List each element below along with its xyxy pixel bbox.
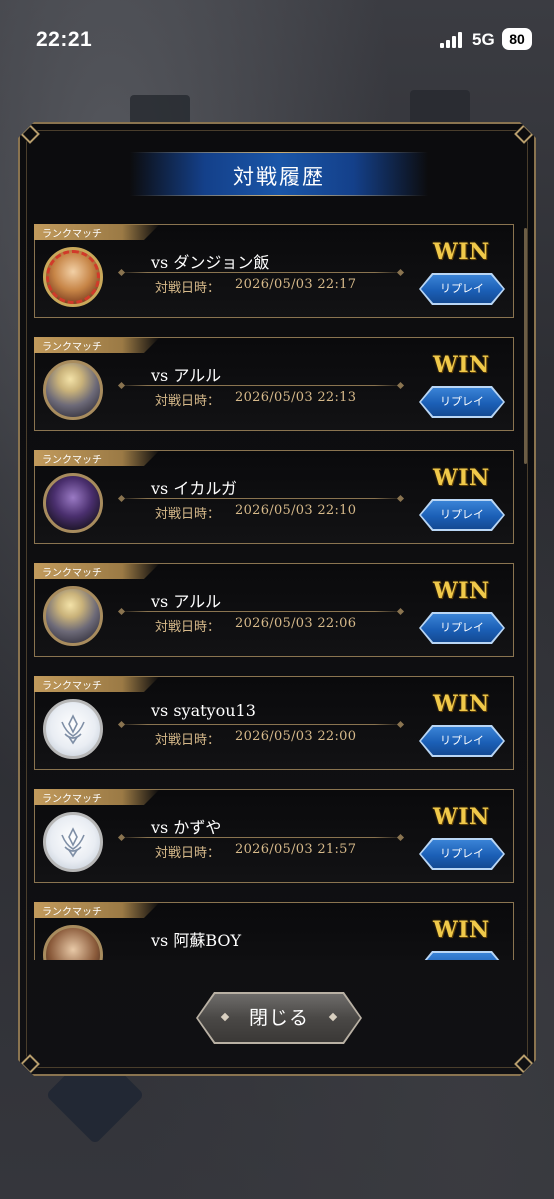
row-divider [119,385,403,386]
replay-button[interactable]: リプレイ [421,727,503,755]
result-win: WIN [433,917,490,943]
aruru-avatar [43,586,103,646]
date-label: 対戦日時： [155,394,221,409]
match-row: ランクマッチ vs アルル 対戦日時： 2026/05/03 22:06 WIN… [34,563,514,657]
default-emblem-icon [56,825,90,859]
result-win: WIN [433,578,490,604]
date-label: 対戦日時： [155,620,221,635]
match-date: 2026/05/03 22:06 [235,616,357,631]
replay-button[interactable] [421,953,503,960]
list-scrollbar[interactable] [524,228,527,464]
signal-icon [440,32,466,48]
result-win: WIN [433,804,490,830]
match-history-list[interactable]: ランクマッチ vs ダンジョン飯 対戦日時： 2026/05/03 22:17 … [34,224,518,960]
opponent-name: vs かずや [151,818,222,837]
opponent-name: vs イカルガ [151,479,237,498]
rank-match-tag: ランクマッチ [34,789,160,805]
match-row: ランクマッチ vs 阿蘇BOY WIN [34,902,514,960]
match-date: 2026/05/03 21:57 [235,842,357,857]
match-row: ランクマッチ vs イカルガ 対戦日時： 2026/05/03 22:10 WI… [34,450,514,544]
row-divider [119,272,403,273]
dialog-title: 対戦履歴 [233,165,325,189]
match-row: ランクマッチ vs ダンジョン飯 対戦日時： 2026/05/03 22:17 … [34,224,514,318]
rank-match-tag: ランクマッチ [34,337,160,353]
status-bar: 22:21 5G 80 [0,0,554,80]
ikaruga-avatar [43,473,103,533]
date-label: 対戦日時： [155,281,221,296]
result-win: WIN [433,239,490,265]
close-button-wrap: 閉じる [196,992,362,1044]
match-date: 2026/05/03 22:00 [235,729,357,744]
result-win: WIN [433,691,490,717]
default-emblem-icon [56,712,90,746]
clock: 22:21 [36,28,93,51]
match-row: ランクマッチ vs かずや 対戦日時： 2026/05/03 21:57 WIN… [34,789,514,883]
rank-match-tag: ランクマッチ [34,676,160,692]
opponent-name: vs 阿蘇BOY [151,931,242,950]
row-divider [119,837,403,838]
rank-match-tag: ランクマッチ [34,563,160,579]
date-label: 対戦日時： [155,733,221,748]
match-date: 2026/05/03 22:13 [235,390,357,405]
match-row: ランクマッチ vs アルル 対戦日時： 2026/05/03 22:13 WIN… [34,337,514,431]
aruru-avatar [43,360,103,420]
replay-button[interactable]: リプレイ [421,501,503,529]
rank-match-tag: ランクマッチ [34,902,160,918]
network-type: 5G [472,30,495,49]
row-divider [119,724,403,725]
replay-button[interactable]: リプレイ [421,388,503,416]
date-label: 対戦日時： [155,507,221,522]
battery-icon: 80 [502,28,532,50]
rank-match-tag: ランクマッチ [34,224,160,240]
row-divider [119,611,403,612]
date-label: 対戦日時： [155,846,221,861]
opponent-name: vs アルル [151,366,222,385]
replay-button[interactable]: リプレイ [421,275,503,303]
battle-history-dialog: 対戦履歴 ランクマッチ vs ダンジョン飯 対戦日時： 2026/05/03 2… [18,122,536,1076]
match-row: ランクマッチ vs syatyou13 対戦日時： 2026/05/03 22:… [34,676,514,770]
match-date: 2026/05/03 22:10 [235,503,357,518]
row-divider [119,498,403,499]
dungeon-avatar [43,247,103,307]
result-win: WIN [433,352,490,378]
match-date: 2026/05/03 22:17 [235,277,357,292]
rank-match-tag: ランクマッチ [34,450,160,466]
dialog-title-bar: 対戦履歴 [130,152,428,196]
boy-avatar [43,925,103,960]
replay-button[interactable]: リプレイ [421,614,503,642]
emblem-avatar [43,812,103,872]
background-shape [130,95,190,125]
result-win: WIN [433,465,490,491]
opponent-name: vs ダンジョン飯 [151,253,270,272]
opponent-name: vs アルル [151,592,222,611]
opponent-name: vs syatyou13 [151,701,256,720]
replay-button[interactable]: リプレイ [421,840,503,868]
emblem-avatar [43,699,103,759]
